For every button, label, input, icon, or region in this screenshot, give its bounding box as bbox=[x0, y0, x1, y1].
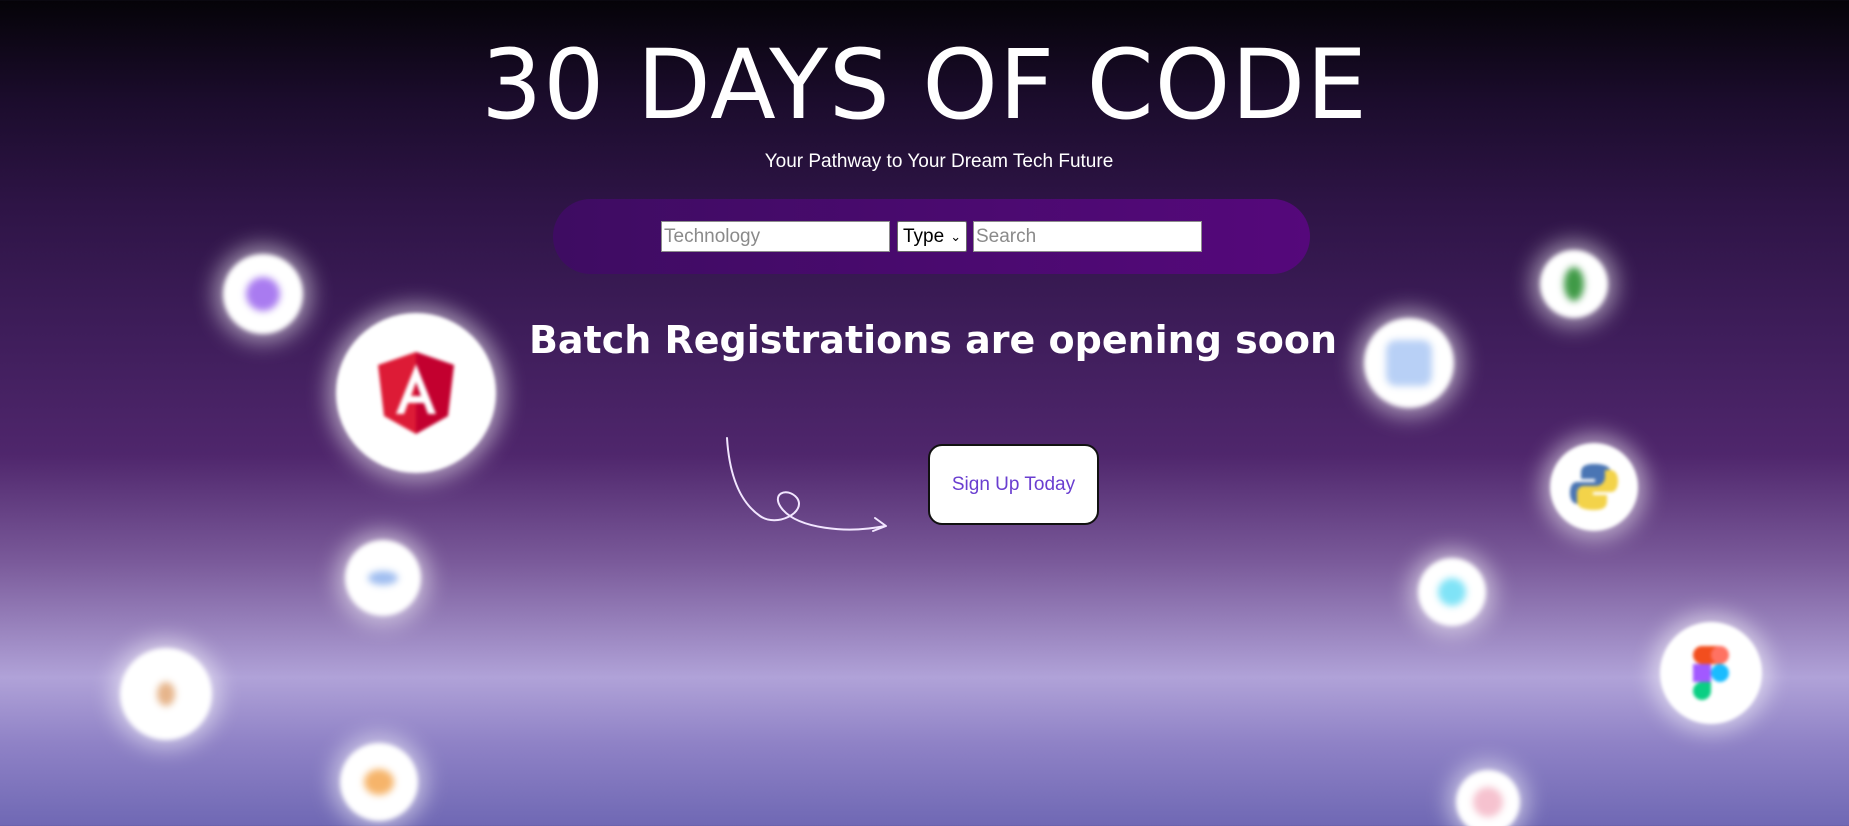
python-icon bbox=[1550, 443, 1638, 531]
figma-icon bbox=[1660, 622, 1762, 724]
curly-arrow-icon bbox=[726, 437, 887, 532]
type-select[interactable]: Type ⌄ bbox=[897, 221, 967, 252]
android-icon bbox=[1540, 250, 1608, 318]
sketch-icon bbox=[340, 743, 418, 821]
type-select-value: Type bbox=[903, 225, 945, 247]
sign-up-button[interactable]: Sign Up Today bbox=[928, 444, 1099, 525]
announcement-heading: Batch Registrations are opening soon bbox=[528, 318, 1338, 362]
pink-logo-icon bbox=[1456, 770, 1520, 826]
code-brackets-icon bbox=[345, 540, 421, 616]
multicolor-logo-icon bbox=[120, 648, 212, 740]
page-subtitle: Your Pathway to Your Dream Tech Future bbox=[764, 151, 1114, 172]
page-title: 30 DAYS OF CODE bbox=[481, 29, 1368, 141]
search-input[interactable] bbox=[973, 221, 1202, 252]
technology-input[interactable] bbox=[661, 221, 890, 252]
react-icon bbox=[1418, 558, 1486, 626]
chevron-down-icon: ⌄ bbox=[950, 229, 962, 244]
